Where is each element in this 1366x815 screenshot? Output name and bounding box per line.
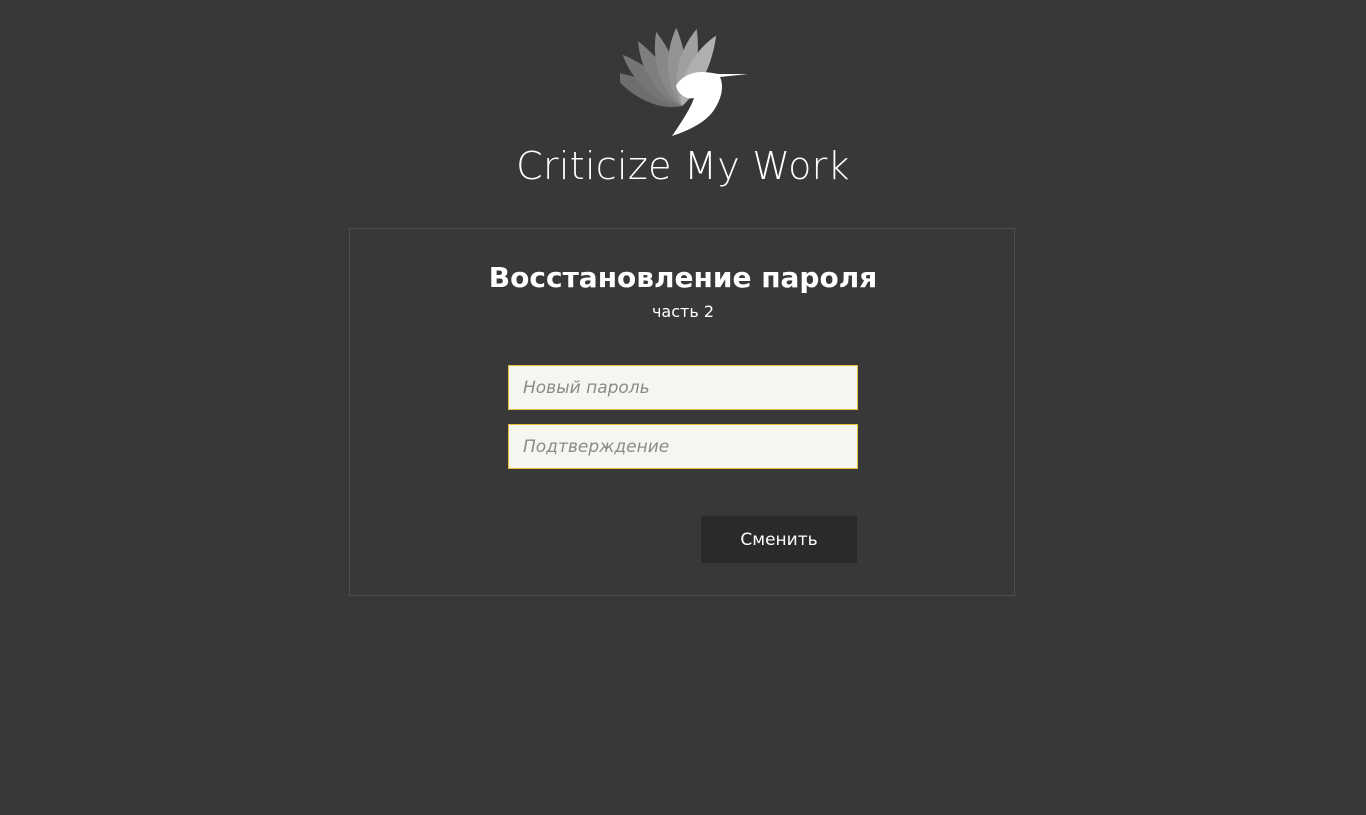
password-recovery-card: Восстановление пароля часть 2 Сменить (349, 228, 1015, 596)
confirm-password-input[interactable] (508, 424, 858, 469)
hummingbird-logo-icon (620, 28, 748, 136)
new-password-input[interactable] (508, 365, 858, 410)
form-title: Восстановление пароля (488, 261, 878, 294)
form-subtitle: часть 2 (651, 302, 715, 321)
brand-name: Criticize My Work (516, 144, 850, 188)
password-recovery-page: Criticize My Work Восстановление пароля … (0, 0, 1366, 815)
change-password-button[interactable]: Сменить (701, 516, 857, 563)
